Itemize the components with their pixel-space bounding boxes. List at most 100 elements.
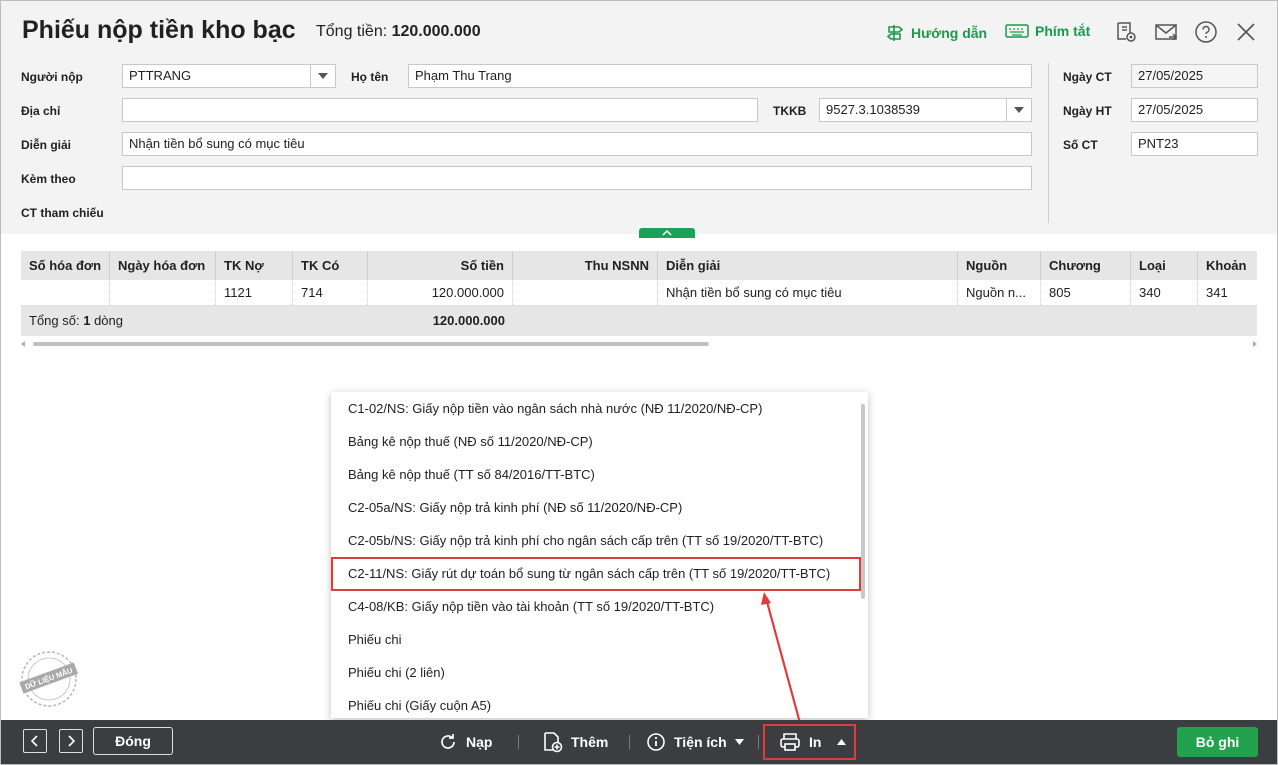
footer-total: 120.000.000 — [432, 313, 505, 328]
accounting-date-label: Ngày HT — [1063, 104, 1112, 118]
address-label: Địa chỉ — [21, 104, 61, 118]
shortcuts-link[interactable]: Phím tắt — [1005, 23, 1090, 39]
tkkb-value: 9527.3.1038539 — [826, 102, 920, 117]
fullname-value: Phạm Thu Trang — [415, 68, 512, 83]
table-cell[interactable]: 714 — [293, 280, 368, 305]
table-cell[interactable] — [110, 280, 216, 305]
column-header[interactable]: TK Có — [293, 251, 368, 280]
preview-icon[interactable] — [1114, 20, 1138, 44]
menu-item[interactable]: C2-05b/NS: Giấy nộp trả kinh phí cho ngâ… — [331, 524, 861, 557]
menu-item[interactable]: Bảng kê nộp thuế (NĐ số 11/2020/NĐ-CP) — [331, 425, 861, 458]
menu-item[interactable]: Phiếu chi — [331, 623, 861, 656]
chevron-down-icon[interactable] — [1006, 99, 1031, 121]
voucher-no-field[interactable]: PNT23 — [1131, 132, 1258, 156]
voucher-date-value: 27/05/2025 — [1138, 68, 1204, 83]
table-cell[interactable]: 805 — [1041, 280, 1131, 305]
table-cell[interactable]: 341 — [1198, 280, 1257, 305]
refresh-icon — [441, 734, 455, 749]
payer-label: Người nộp — [21, 70, 83, 84]
unsave-button[interactable]: Bỏ ghi — [1177, 727, 1258, 757]
scroll-right-icon[interactable] — [1252, 341, 1257, 347]
voucher-date-field[interactable]: 27/05/2025 — [1131, 64, 1258, 88]
column-header[interactable]: Ngày hóa đơn — [110, 251, 216, 280]
chevron-left-icon — [31, 735, 38, 747]
table-cell[interactable]: 120.000.000 — [368, 280, 513, 305]
keyboard-icon — [1005, 24, 1029, 38]
description-value: Nhận tiền bổ sung có mục tiêu — [129, 136, 305, 151]
address-field[interactable] — [122, 98, 758, 122]
payer-select[interactable]: PTTRANG — [122, 64, 336, 88]
menu-scrollbar[interactable] — [861, 404, 865, 599]
column-header[interactable]: TK Nợ — [216, 251, 293, 280]
voucher-no-label: Số CT — [1063, 138, 1098, 152]
add-document-icon — [544, 732, 563, 753]
menu-item[interactable]: C1-02/NS: Giấy nộp tiền vào ngân sách nh… — [331, 392, 861, 425]
tkkb-label: TKKB — [773, 104, 807, 118]
table-cell[interactable]: 1121 — [216, 280, 293, 305]
grid-horizontal-scrollbar[interactable] — [21, 340, 1257, 347]
help-icon[interactable] — [1194, 20, 1218, 44]
payer-value: PTTRANG — [129, 68, 192, 83]
table-cell[interactable] — [513, 280, 658, 305]
column-header[interactable]: Diễn giải — [658, 251, 958, 280]
attached-field[interactable] — [122, 166, 1032, 190]
accounting-date-field[interactable]: 27/05/2025 — [1131, 98, 1258, 122]
email-icon[interactable] — [1154, 20, 1178, 44]
chevron-up-icon — [662, 230, 672, 236]
column-header[interactable]: Thu NSNN — [513, 251, 658, 280]
info-icon — [647, 733, 665, 751]
utilities-button[interactable]: Tiện ích — [646, 720, 744, 764]
accounting-date-value: 27/05/2025 — [1138, 102, 1204, 117]
table-row[interactable]: 1121 714 120.000.000 Nhận tiền bổ sung c… — [21, 280, 1257, 306]
caret-down-icon — [734, 739, 744, 745]
highlight-box — [331, 557, 861, 591]
attached-label: Kèm theo — [21, 172, 76, 186]
column-header[interactable]: Số tiền — [368, 251, 513, 280]
menu-item[interactable]: Phiếu chi (2 liên) — [331, 656, 861, 689]
fullname-field[interactable]: Phạm Thu Trang — [408, 64, 1032, 88]
row-count-unit: dòng — [94, 313, 123, 328]
total-amount: Tổng tiền: 120.000.000 — [316, 23, 481, 41]
form-divider — [1048, 63, 1049, 223]
description-label: Diễn giải — [21, 138, 72, 152]
menu-item[interactable]: C4-08/KB: Giấy nộp tiền vào tài khoản (T… — [331, 590, 861, 623]
next-button[interactable] — [59, 729, 83, 753]
grid-header: Số hóa đơn Ngày hóa đơn TK Nợ TK Có Số t… — [21, 251, 1257, 280]
close-icon[interactable] — [1234, 20, 1258, 44]
column-header[interactable]: Chương — [1041, 251, 1131, 280]
utilities-label: Tiện ích — [674, 734, 727, 750]
column-header[interactable]: Nguồn — [958, 251, 1041, 280]
shortcuts-label: Phím tắt — [1035, 23, 1091, 39]
voucher-date-label: Ngày CT — [1063, 70, 1112, 84]
table-cell[interactable]: 340 — [1131, 280, 1198, 305]
print-template-menu: C1-02/NS: Giấy nộp tiền vào ngân sách nh… — [331, 392, 868, 718]
table-cell[interactable]: Nguồn n... — [958, 280, 1041, 305]
total-value: 120.000.000 — [391, 23, 481, 40]
menu-item[interactable]: C2-05a/NS: Giấy nộp trả kinh phí (NĐ số … — [331, 491, 861, 524]
add-label: Thêm — [571, 734, 609, 750]
signpost-icon — [886, 25, 904, 41]
chevron-down-icon[interactable] — [310, 65, 335, 87]
row-count-label: Tổng số: — [29, 313, 80, 328]
voucher-no-value: PNT23 — [1138, 136, 1179, 151]
table-cell[interactable] — [21, 280, 110, 305]
column-header[interactable]: Khoản — [1198, 251, 1257, 280]
menu-item[interactable]: Bảng kê nộp thuế (TT số 84/2016/TT-BTC) — [331, 458, 861, 491]
collapse-panel-button[interactable] — [639, 228, 695, 238]
description-field[interactable]: Nhận tiền bổ sung có mục tiêu — [122, 132, 1032, 156]
menu-item[interactable]: Phiếu chi (Giấy cuộn A5) — [331, 689, 861, 718]
guide-link[interactable]: Hướng dẫn — [885, 23, 987, 43]
previous-button[interactable] — [23, 729, 47, 753]
toolbar-divider — [518, 735, 519, 749]
close-button[interactable]: Đóng — [93, 727, 173, 755]
scrollbar-thumb[interactable] — [33, 342, 709, 346]
add-button[interactable]: Thêm — [541, 720, 608, 764]
table-cell[interactable]: Nhận tiền bổ sung có mục tiêu — [658, 280, 958, 305]
column-header[interactable]: Số hóa đơn — [21, 251, 110, 280]
toolbar-divider — [629, 735, 630, 749]
tkkb-select[interactable]: 9527.3.1038539 — [819, 98, 1032, 122]
row-count-value: 1 — [83, 313, 91, 328]
reload-button[interactable]: Nạp — [438, 720, 492, 764]
column-header[interactable]: Loại — [1131, 251, 1198, 280]
scroll-left-icon[interactable] — [21, 341, 26, 347]
